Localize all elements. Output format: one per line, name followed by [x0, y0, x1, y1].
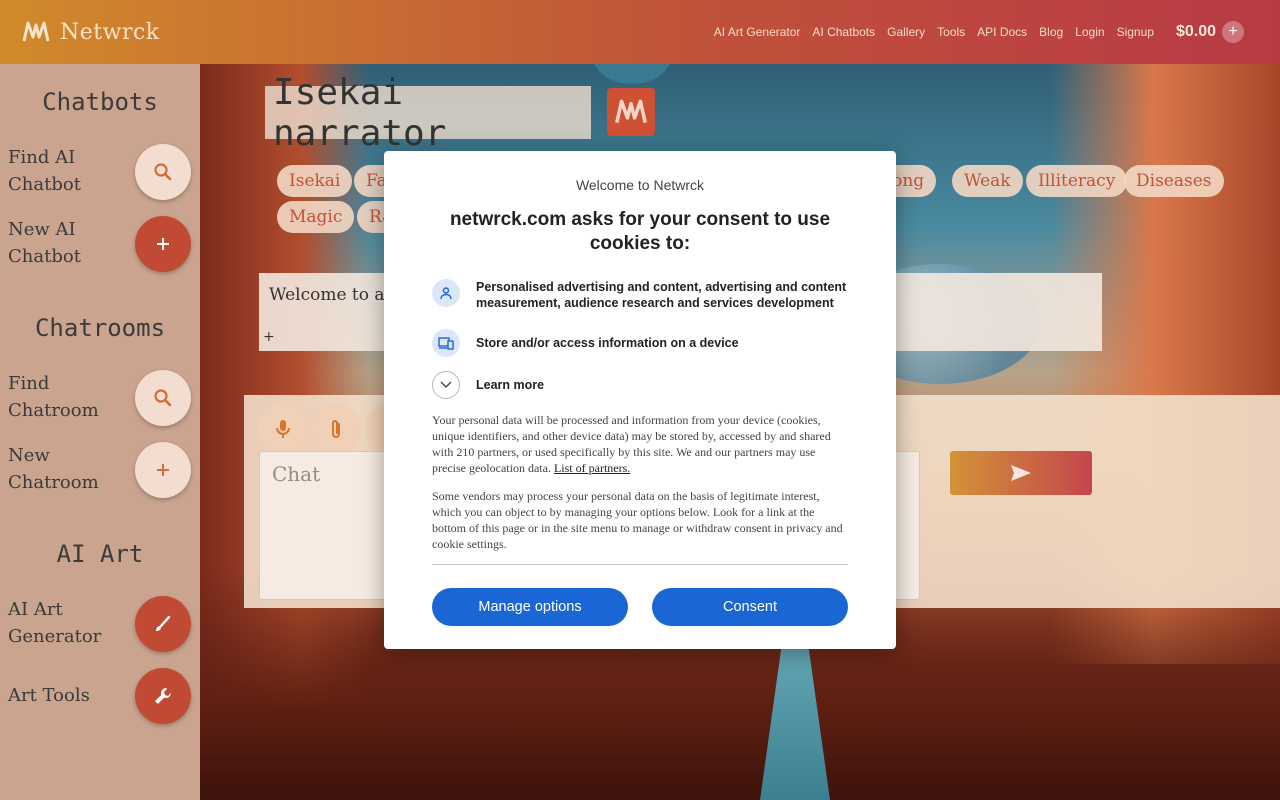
consent-paragraph-1: Your personal data will be processed and… [432, 412, 848, 476]
consent-paragraph-1-text: Your personal data will be processed and… [432, 413, 831, 475]
consent-paragraph-2: Some vendors may process your personal d… [432, 489, 843, 551]
learn-more-toggle[interactable]: Learn more [432, 371, 852, 399]
manage-options-button[interactable]: Manage options [432, 588, 628, 626]
list-of-partners-link[interactable]: List of partners. [554, 461, 630, 475]
consent-welcome: Welcome to Netwrck [575, 177, 705, 193]
consent-dialog: Welcome to Netwrck netwrck.com asks for … [384, 151, 896, 649]
consent-button[interactable]: Consent [652, 588, 848, 626]
modal-divider [432, 564, 848, 565]
consent-heading: netwrck.com asks for your consent to use… [449, 209, 831, 254]
chevron-down-icon [432, 371, 460, 399]
purpose-personalised-ads-text: Personalised advertising and content, ad… [476, 280, 847, 310]
person-icon [432, 279, 460, 307]
purpose-store-access: Store and/or access information on a dev… [432, 329, 852, 357]
learn-more-label: Learn more [476, 378, 545, 392]
purpose-personalised-ads: Personalised advertising and content, ad… [432, 279, 852, 311]
purpose-store-access-text: Store and/or access information on a dev… [476, 336, 739, 350]
device-icon [432, 329, 460, 357]
